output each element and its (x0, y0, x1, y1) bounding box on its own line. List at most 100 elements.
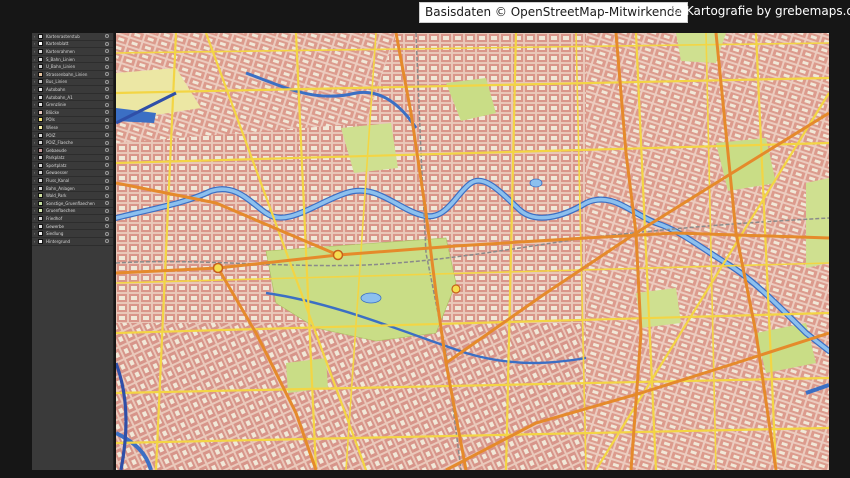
layer-label: U_Bahn_Linien (46, 64, 76, 70)
layer-label: Gebaeude (46, 147, 67, 153)
visibility-icon[interactable] (105, 186, 109, 191)
expand-arrow-icon[interactable]: › (32, 40, 37, 47)
layer-label: Bahn_Anlagen (46, 185, 75, 191)
expand-arrow-icon[interactable]: › (32, 86, 37, 93)
expand-arrow-icon[interactable]: › (32, 238, 37, 245)
layer-label: Sonstige_Gruenflaechen (46, 200, 95, 206)
layer-color-swatch (38, 208, 43, 214)
expand-arrow-icon[interactable]: › (32, 154, 37, 161)
expand-arrow-icon[interactable]: › (32, 200, 37, 207)
layer-label: Friedhof (46, 216, 63, 222)
expand-arrow-icon[interactable]: › (32, 177, 37, 184)
layer-color-swatch (38, 71, 43, 77)
layer-color-swatch (38, 223, 43, 229)
expand-arrow-icon[interactable]: › (32, 147, 37, 154)
visibility-icon[interactable] (105, 79, 109, 84)
visibility-icon[interactable] (105, 72, 109, 77)
visibility-icon[interactable] (105, 148, 109, 153)
expand-arrow-icon[interactable]: › (32, 48, 37, 55)
expand-arrow-icon[interactable]: › (32, 132, 37, 139)
expand-arrow-icon[interactable]: › (32, 101, 37, 108)
layer-label: Blöcke (46, 109, 60, 115)
expand-arrow-icon[interactable]: › (32, 185, 37, 192)
expand-arrow-icon[interactable]: › (32, 56, 37, 63)
expand-arrow-icon[interactable]: › (32, 33, 37, 40)
expand-arrow-icon[interactable]: › (32, 162, 37, 169)
visibility-icon[interactable] (105, 239, 109, 244)
expand-arrow-icon[interactable]: › (32, 124, 37, 131)
layer-color-swatch (38, 102, 43, 108)
layer-label: Autobahn_A1 (46, 94, 73, 100)
expand-arrow-icon[interactable]: › (32, 109, 37, 116)
cartography-credit: © Kartografie by grebemaps.de (670, 4, 850, 18)
visibility-icon[interactable] (105, 155, 109, 160)
city-map[interactable] (116, 33, 829, 470)
park-east-2 (806, 178, 829, 268)
layer-color-swatch (38, 64, 43, 70)
layer-label: Bus_Linien (46, 79, 68, 85)
visibility-icon[interactable] (105, 178, 109, 183)
visibility-icon[interactable] (105, 110, 109, 115)
expand-arrow-icon[interactable]: › (32, 230, 37, 237)
visibility-icon[interactable] (105, 95, 109, 100)
layer-color-swatch (38, 155, 43, 161)
layer-label: Autobahn (46, 86, 66, 92)
visibility-icon[interactable] (105, 193, 109, 198)
layer-color-swatch (38, 170, 43, 176)
visibility-icon[interactable] (105, 57, 109, 62)
expand-arrow-icon[interactable]: › (32, 215, 37, 222)
layer-color-swatch (38, 162, 43, 168)
layer-label: Kartenrasterstub (46, 33, 80, 39)
expand-arrow-icon[interactable]: › (32, 192, 37, 199)
expand-arrow-icon[interactable]: › (32, 223, 37, 230)
layer-label: Siedlung (46, 231, 64, 237)
visibility-icon[interactable] (105, 87, 109, 92)
visibility-icon[interactable] (105, 34, 109, 39)
layer-label: POIZ_Flaeche (46, 140, 73, 146)
park-south-1 (636, 288, 681, 328)
lake-tiergarten (360, 292, 382, 304)
layer-label: Wald_Park (46, 193, 67, 199)
visibility-icon[interactable] (105, 125, 109, 130)
visibility-icon[interactable] (105, 201, 109, 206)
layer-color-swatch (38, 200, 43, 206)
layer-color-swatch (38, 41, 43, 47)
layer-label: S_Bahn_Linien (46, 56, 75, 62)
visibility-icon[interactable] (105, 216, 109, 221)
expand-arrow-icon[interactable]: › (32, 207, 37, 214)
map-canvas (116, 33, 829, 470)
layer-color-swatch (38, 48, 43, 54)
layer-row[interactable]: › Hintergrund (32, 238, 113, 246)
layer-color-swatch (38, 117, 43, 123)
layer-label: Sportplatz (46, 162, 67, 168)
layer-label: POIs (46, 117, 55, 123)
layer-label: POIZ (46, 132, 56, 138)
visibility-icon[interactable] (105, 163, 109, 168)
visibility-icon[interactable] (105, 102, 109, 107)
osm-credit: Basisdaten © OpenStreetMap-Mitwirkende (419, 2, 688, 23)
visibility-icon[interactable] (105, 49, 109, 54)
expand-arrow-icon[interactable]: › (32, 71, 37, 78)
expand-arrow-icon[interactable]: › (32, 169, 37, 176)
visibility-icon[interactable] (105, 64, 109, 69)
credit-bar: Basisdaten © OpenStreetMap-Mitwirkende ©… (0, 0, 850, 24)
expand-arrow-icon[interactable]: › (32, 94, 37, 101)
visibility-icon[interactable] (105, 117, 109, 122)
expand-arrow-icon[interactable]: › (32, 116, 37, 123)
visibility-icon[interactable] (105, 208, 109, 213)
expand-arrow-icon[interactable]: › (32, 78, 37, 85)
visibility-icon[interactable] (105, 41, 109, 46)
visibility-icon[interactable] (105, 224, 109, 229)
layer-color-swatch (38, 56, 43, 62)
roundabout-west (212, 262, 224, 274)
layer-label: Hintergrund (46, 238, 71, 244)
visibility-icon[interactable] (105, 140, 109, 145)
expand-arrow-icon[interactable]: › (32, 63, 37, 70)
layer-label: Kartenblatt (46, 41, 69, 47)
layer-label: Gewaesser (46, 170, 69, 176)
layer-label: Grenzlinie (46, 102, 67, 108)
visibility-icon[interactable] (105, 170, 109, 175)
visibility-icon[interactable] (105, 133, 109, 138)
expand-arrow-icon[interactable]: › (32, 139, 37, 146)
visibility-icon[interactable] (105, 231, 109, 236)
